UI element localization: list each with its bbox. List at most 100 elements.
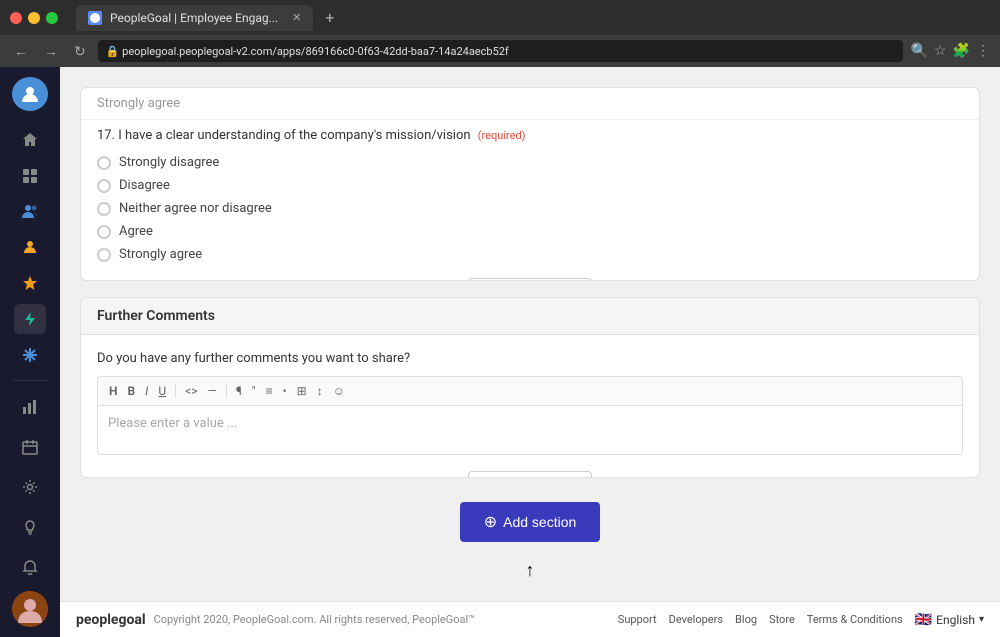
radio-input[interactable] — [97, 179, 111, 193]
bookmark-icon[interactable]: ☆ — [934, 43, 947, 59]
rte-h-button[interactable]: H — [106, 382, 120, 400]
radio-label: Strongly disagree — [119, 155, 219, 170]
sidebar-item-lightning[interactable] — [14, 304, 46, 334]
avatar[interactable] — [12, 77, 48, 111]
rte-table-button[interactable]: ⊞ — [294, 382, 310, 400]
radio-option: Strongly disagree — [97, 155, 963, 170]
sidebar-item-calendar[interactable] — [14, 431, 46, 463]
sidebar-item-star[interactable] — [14, 268, 46, 298]
add-element-button-fc[interactable]: ⊕ Add element — [468, 471, 593, 478]
lock-icon: 🔒 — [106, 45, 120, 58]
rte-i-button[interactable]: I — [142, 382, 151, 400]
rte-placeholder: Please enter a value ... — [108, 416, 237, 431]
footer-logo: peoplegoal — [76, 612, 146, 628]
chevron-down-icon: ▾ — [979, 614, 984, 625]
sidebar-bottom — [12, 391, 48, 627]
rte-list-button[interactable]: ≡ — [263, 382, 276, 400]
sidebar-item-home[interactable] — [14, 125, 46, 155]
radio-input[interactable] — [97, 248, 111, 262]
footer-copyright: Copyright 2020, PeopleGoal.com. All righ… — [154, 613, 475, 626]
sidebar — [0, 67, 60, 637]
radio-input[interactable] — [97, 225, 111, 239]
forward-button[interactable]: → — [40, 41, 62, 61]
rte-emoji-button[interactable]: ☺ — [330, 382, 348, 400]
flag-icon: 🇬🇧 — [915, 612, 932, 628]
url-text: peoplegoal.peoplegoal-v2.com/apps/869166… — [122, 45, 509, 58]
question-17-body: 17. I have a clear understanding of the … — [81, 120, 979, 281]
add-section-button[interactable]: ⊕ Add section — [460, 502, 601, 542]
rte-toolbar: H B I U <> — ¶ " ≡ • ⊞ ↕ ☺ — [97, 376, 963, 405]
question-17-card: Strongly agree 17. I have a clear unders… — [80, 87, 980, 281]
rte-quote-button[interactable]: " — [249, 382, 259, 400]
radio-input[interactable] — [97, 202, 111, 216]
sidebar-item-settings[interactable] — [14, 471, 46, 503]
required-badge: (required) — [478, 129, 526, 142]
menu-icon[interactable]: ⋮ — [976, 43, 990, 59]
maximize-button[interactable] — [46, 12, 58, 24]
radio-option: Disagree — [97, 178, 963, 193]
sidebar-item-bulb[interactable] — [14, 511, 46, 543]
footer-link-developers[interactable]: Developers — [669, 613, 723, 626]
minimize-button[interactable] — [28, 12, 40, 24]
radio-label: Agree — [119, 224, 153, 239]
search-icon[interactable]: 🔍 — [911, 43, 928, 59]
sidebar-item-chart[interactable] — [14, 391, 46, 423]
close-button[interactable] — [10, 12, 22, 24]
rte-divider — [175, 384, 176, 398]
rte-code-button[interactable]: <> — [182, 382, 200, 400]
footer-link-support[interactable]: Support — [618, 613, 657, 626]
further-comments-body: Do you have any further comments you wan… — [81, 335, 979, 478]
traffic-lights — [10, 12, 58, 24]
radio-input[interactable] — [97, 156, 111, 170]
sidebar-divider — [12, 380, 48, 381]
extensions-icon[interactable]: 🧩 — [953, 43, 970, 59]
reload-button[interactable]: ↻ — [70, 41, 90, 62]
address-bar: ← → ↻ 🔒 peoplegoal.peoplegoal-v2.com/app… — [0, 35, 1000, 67]
tab-title: PeopleGoal | Employee Engag... — [110, 11, 278, 25]
rte-textarea[interactable]: Please enter a value ... — [97, 405, 963, 455]
footer-link-blog[interactable]: Blog — [735, 613, 757, 626]
question-17-label: 17. I have a clear understanding of the … — [97, 128, 963, 143]
radio-option: Neither agree nor disagree — [97, 201, 963, 216]
footer-right: Support Developers Blog Store Terms & Co… — [618, 612, 984, 628]
footer-link-terms[interactable]: Terms & Conditions — [807, 613, 903, 626]
rte-divider — [226, 384, 227, 398]
footer: peoplegoal Copyright 2020, PeopleGoal.co… — [60, 601, 1000, 637]
tab-favicon — [88, 11, 102, 25]
back-button[interactable]: ← — [10, 41, 32, 61]
footer-left: peoplegoal Copyright 2020, PeopleGoal.co… — [76, 612, 475, 628]
new-tab-button[interactable]: + — [325, 8, 334, 27]
radio-label: Disagree — [119, 178, 170, 193]
url-bar[interactable]: 🔒 peoplegoal.peoplegoal-v2.com/apps/8691… — [98, 40, 903, 62]
radio-label: Neither agree nor disagree — [119, 201, 272, 216]
top-strongly-agree: Strongly agree — [81, 88, 979, 120]
app-layout: Strongly agree 17. I have a clear unders… — [0, 67, 1000, 637]
add-element-button-q17[interactable]: ⊕ Add element — [468, 278, 593, 281]
sidebar-item-snowflake[interactable] — [14, 340, 46, 370]
rte-image-button[interactable]: ↕ — [314, 382, 326, 400]
browser-toolbar: 🔍 ☆ 🧩 ⋮ — [911, 43, 990, 59]
footer-link-store[interactable]: Store — [769, 613, 795, 626]
further-comments-header: Further Comments — [81, 298, 979, 335]
main-content: Strongly agree 17. I have a clear unders… — [60, 67, 1000, 601]
sidebar-item-bell[interactable] — [14, 551, 46, 583]
plus-circle-icon: ⊕ — [484, 512, 497, 532]
language-label: English — [936, 613, 975, 627]
radio-label: Strongly agree — [119, 247, 202, 262]
sidebar-item-grid[interactable] — [14, 161, 46, 191]
sidebar-item-people[interactable] — [14, 197, 46, 227]
further-comments-section: Further Comments Do you have any further… — [80, 297, 980, 478]
language-selector[interactable]: 🇬🇧 English ▾ — [915, 612, 984, 628]
rte-bullet-button[interactable]: • — [280, 382, 290, 400]
radio-option: Agree — [97, 224, 963, 239]
rte-b-button[interactable]: B — [124, 382, 138, 400]
sidebar-item-person[interactable] — [14, 232, 46, 262]
rte-paragraph-button[interactable]: ¶ — [233, 382, 245, 400]
cursor-indicator: ↑ — [526, 560, 535, 581]
rte-dash-button[interactable]: — — [204, 382, 219, 400]
user-avatar[interactable] — [12, 591, 48, 627]
radio-option: Strongly agree — [97, 247, 963, 262]
browser-tab[interactable]: PeopleGoal | Employee Engag... ✕ — [76, 5, 313, 31]
tab-close-button[interactable]: ✕ — [292, 11, 301, 24]
rte-u-button[interactable]: U — [155, 382, 169, 400]
